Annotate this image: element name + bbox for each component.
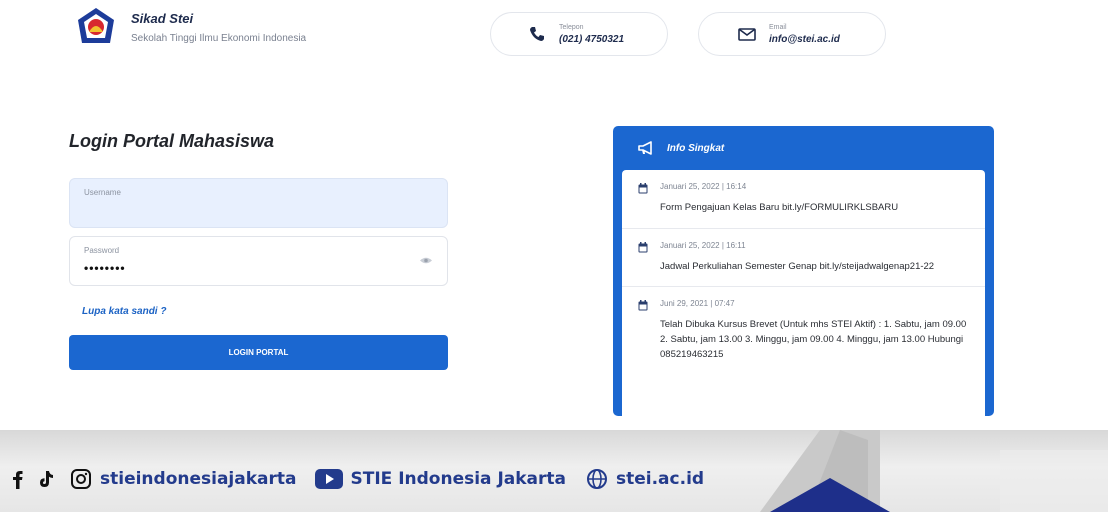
megaphone-icon [638,141,652,155]
social-banner: stieindonesiajakarta STIE Indonesia Jaka… [0,430,1108,512]
username-field[interactable]: Username [69,178,448,228]
youtube-icon[interactable] [314,469,343,489]
password-field[interactable]: Password •••••••• [69,236,448,286]
phone-contact[interactable]: Telepon (021) 4750321 [490,12,668,56]
info-item-date: Januari 25, 2022 | 16:14 [660,182,747,191]
brand[interactable]: Sikad Stei Sekolah Tinggi Ilmu Ekonomi I… [75,6,306,48]
social-row: stieindonesiajakarta STIE Indonesia Jaka… [0,468,704,490]
info-item-text: Jadwal Perkuliahan Semester Genap bit.ly… [660,260,935,272]
password-label: Password [84,246,120,255]
globe-icon[interactable] [586,468,608,490]
calendar-icon [638,241,648,253]
mail-icon [738,28,756,41]
info-title: Info Singkat [667,142,725,154]
info-item-text: Telah Dibuka Kursus Brevet (Untuk mhs ST… [660,319,967,360]
brand-subtitle: Sekolah Tinggi Ilmu Ekonomi Indonesia [131,32,307,44]
email-contact[interactable]: Email info@stei.ac.id [698,12,886,56]
email-label: Email [769,23,787,31]
info-list: Januari 25, 2022 | 16:14 Form Pengajuan … [622,170,985,416]
youtube-channel[interactable]: STIE Indonesia Jakarta [351,469,567,489]
stei-logo-icon [75,6,117,48]
email-value: info@stei.ac.id [769,33,840,45]
info-item-date: Juni 29, 2021 | 07:47 [660,299,735,309]
website-link[interactable]: stei.ac.id [616,469,704,489]
password-input[interactable]: •••••••• [84,261,126,275]
calendar-icon [638,183,648,194]
eye-icon[interactable] [419,256,433,265]
tiktok-icon[interactable] [34,468,56,490]
info-header: Info Singkat [613,126,994,170]
username-label: Username [84,188,121,197]
facebook-icon[interactable] [8,468,30,490]
phone-icon [530,27,544,41]
page-title: Login Portal Mahasiswa [69,131,275,151]
info-item: Juni 29, 2021 | 07:47 Telah Dibuka Kursu… [622,286,985,374]
info-panel: Info Singkat Januari 25, 2022 | 16:14 Fo… [613,126,994,416]
info-item-text: Form Pengajuan Kelas Baru bit.ly/FORMULI… [660,202,899,213]
info-item-date: Januari 25, 2022 | 16:11 [660,240,746,250]
login-button[interactable]: LOGIN PORTAL [69,335,448,370]
calendar-icon [638,300,648,311]
forgot-password-link[interactable]: Lupa kata sandi ? [82,306,166,317]
info-item: Januari 25, 2022 | 16:14 Form Pengajuan … [622,170,985,228]
brand-title: Sikad Stei [131,10,194,26]
phone-value: (021) 4750321 [559,33,625,45]
phone-label: Telepon [559,23,584,31]
info-item: Januari 25, 2022 | 16:11 Jadwal Perkulia… [622,227,985,287]
social-handle[interactable]: stieindonesiajakarta [100,469,297,489]
instagram-icon[interactable] [70,468,92,490]
